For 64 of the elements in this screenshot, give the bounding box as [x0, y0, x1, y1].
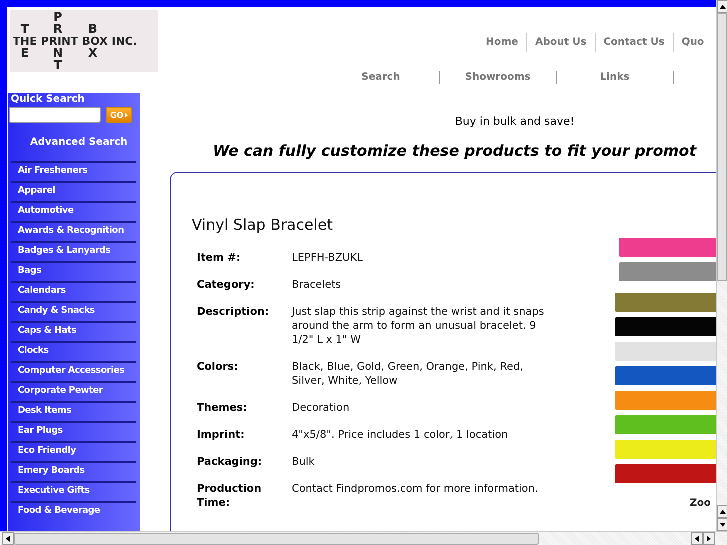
- category-link[interactable]: Apparel: [11, 181, 136, 201]
- category-link[interactable]: Desk Items: [11, 401, 136, 421]
- detail-label: Category:: [197, 278, 256, 292]
- arrow-icon: [124, 112, 128, 118]
- left-arrow-icon: [694, 534, 700, 542]
- tagline: Buy in bulk and save!: [454, 115, 576, 128]
- detail-label: Packaging:: [197, 455, 264, 469]
- left-arrow-icon: [5, 534, 11, 542]
- category-link[interactable]: Clocks: [11, 341, 136, 361]
- scrollbar-thumb[interactable]: [717, 13, 727, 281]
- category-link[interactable]: Corporate Pewter: [11, 381, 136, 401]
- scroll-up-button[interactable]: [717, 0, 727, 13]
- advanced-search-link[interactable]: Advanced Search: [8, 123, 140, 161]
- nav-link[interactable]: Search: [362, 72, 400, 83]
- detail-value: LEPFH-BZUKL: [292, 251, 364, 265]
- detail-label: Imprint:: [197, 428, 246, 442]
- category-link[interactable]: Automotive: [11, 201, 136, 221]
- category-link[interactable]: Air Fresheners: [11, 161, 136, 181]
- up-arrow-icon: [718, 4, 726, 10]
- category-link[interactable]: Calendars: [11, 281, 136, 301]
- logo: THE PRINT BOX INC. T E PR NT B X: [10, 10, 158, 72]
- nav-link[interactable]: Links: [600, 72, 630, 83]
- detail-label: Description:: [197, 305, 270, 320]
- scroll-up-button[interactable]: [717, 505, 727, 518]
- product-title: Vinyl Slap Bracelet: [192, 216, 334, 234]
- detail-label: Item #:: [197, 251, 242, 265]
- nav-link[interactable]: Quo: [672, 32, 712, 52]
- nav-link[interactable]: Home: [478, 32, 526, 52]
- detail-label: Production Time:: [197, 482, 263, 510]
- scroll-right-button[interactable]: [703, 532, 715, 545]
- category-link[interactable]: Food & Beverage: [11, 501, 136, 521]
- category-link[interactable]: Ear Plugs: [11, 421, 136, 441]
- nav-link[interactable]: Contact Us: [594, 32, 673, 52]
- nav-link[interactable]: About Us: [526, 32, 595, 52]
- detail-value: Decoration: [292, 401, 351, 415]
- quick-search-label: Quick Search: [10, 93, 86, 105]
- right-arrow-icon: [706, 534, 712, 542]
- detail-value: 4"x5/8". Price includes 1 color, 1 location: [292, 428, 510, 442]
- detail-label: Themes:: [197, 401, 248, 415]
- category-link[interactable]: Bags: [11, 261, 136, 281]
- scrollbar-thumb[interactable]: [14, 532, 539, 544]
- category-link[interactable]: Executive Gifts: [11, 481, 136, 501]
- scroll-left-button[interactable]: [691, 532, 703, 545]
- up-arrow-icon: [718, 508, 726, 514]
- detail-value: Black, Blue, Gold, Green, Orange, Pink, Red, Silver, White, Yellow: [292, 360, 524, 388]
- category-link[interactable]: Computer Accessories: [11, 361, 136, 381]
- detail-value: Just slap this strip against the wrist and it snaps around the arm to form an unusual bracelet. 9 1/2" L x 1" W: [292, 305, 546, 347]
- category-link[interactable]: Awards & Recognition: [11, 221, 136, 241]
- nav-link[interactable]: Showrooms: [465, 72, 531, 83]
- category-link[interactable]: Eco Friendly: [11, 441, 136, 461]
- detail-label: Colors:: [197, 360, 240, 375]
- search-field[interactable]: [9, 107, 101, 123]
- zoom-label: Zoo: [690, 498, 711, 509]
- down-arrow-icon: [718, 522, 726, 528]
- category-link[interactable]: Badges & Lanyards: [11, 241, 136, 261]
- category-link[interactable]: Emery Boards: [11, 461, 136, 481]
- scroll-left-button[interactable]: [2, 532, 14, 545]
- headline: We can fully customize these products to fit your promot: [213, 142, 698, 160]
- detail-value: Contact Findpromos.com for more information.: [292, 482, 540, 497]
- scroll-down-button[interactable]: [717, 518, 727, 531]
- category-link[interactable]: Caps & Hats: [11, 321, 136, 341]
- detail-value: Bulk: [292, 455, 316, 469]
- detail-value: Bracelets: [292, 278, 342, 292]
- category-link[interactable]: Candy & Snacks: [11, 301, 136, 321]
